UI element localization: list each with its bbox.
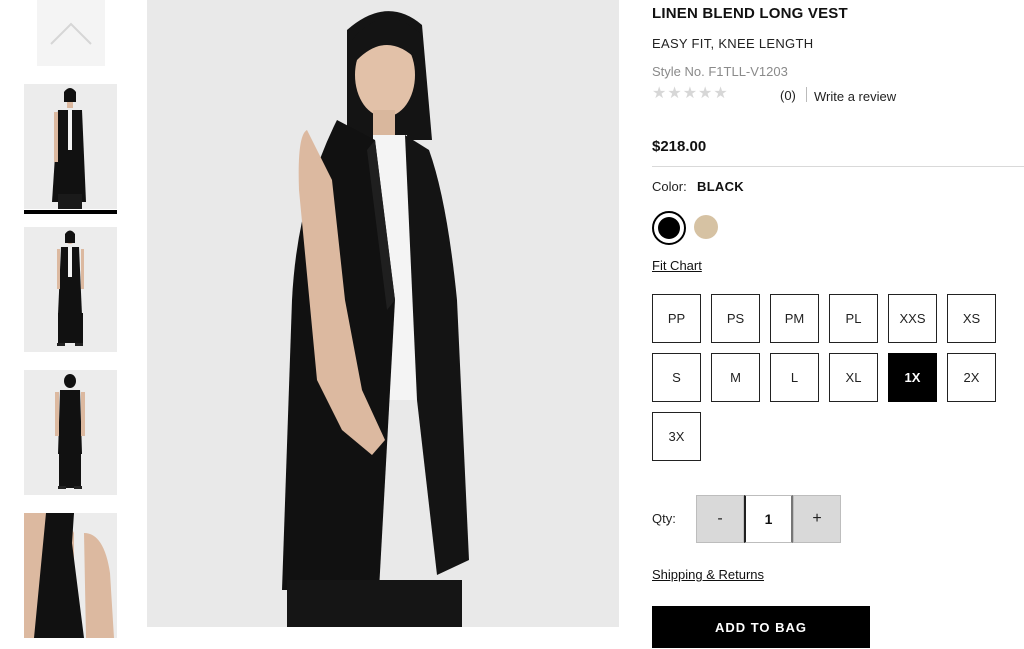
size-option-pp[interactable]: PP (652, 294, 701, 343)
price-divider (652, 166, 1024, 167)
size-option-pm[interactable]: PM (770, 294, 819, 343)
product-title: LINEN BLEND LONG VEST (652, 5, 848, 22)
color-swatch-black[interactable] (652, 211, 686, 245)
fit-chart-link[interactable]: Fit Chart (652, 258, 702, 273)
size-option-s[interactable]: S (652, 353, 701, 402)
quantity-label: Qty: (652, 511, 676, 526)
size-option-ps[interactable]: PS (711, 294, 760, 343)
active-thumbnail-indicator (24, 210, 117, 214)
thumbnail-detail-view[interactable] (24, 513, 117, 638)
thumbnail-front-view[interactable] (24, 84, 117, 209)
size-option-l[interactable]: L (770, 353, 819, 402)
color-swatch-tan[interactable] (694, 215, 718, 239)
add-to-bag-button[interactable]: ADD TO BAG (652, 606, 870, 648)
product-price: $218.00 (652, 138, 707, 155)
thumbnail-image (24, 227, 117, 352)
swatch-fill (658, 217, 680, 239)
thumbnail-image (24, 84, 117, 209)
product-photo (147, 0, 619, 627)
selected-color-name: BLACK (697, 179, 744, 194)
rating-stars: ★★★★★ (652, 85, 729, 102)
thumbnail-image (24, 370, 117, 495)
review-separator (806, 87, 807, 102)
size-option-pl[interactable]: PL (829, 294, 878, 343)
size-option-m[interactable]: M (711, 353, 760, 402)
thumbnail-full-outfit[interactable] (24, 227, 117, 352)
size-option-1x[interactable]: 1X (888, 353, 937, 402)
quantity-decrement-button[interactable]: - (696, 495, 744, 543)
thumbnail-image (24, 513, 117, 638)
chevron-up-icon (50, 22, 92, 45)
shipping-returns-link[interactable]: Shipping & Returns (652, 567, 764, 582)
main-product-image[interactable] (147, 0, 619, 627)
thumbnail-scroll-up-button[interactable] (37, 0, 105, 66)
write-review-link[interactable]: Write a review (814, 89, 896, 104)
review-count: (0) (780, 88, 796, 103)
style-number: Style No. F1TLL-V1203 (652, 64, 788, 79)
product-subtitle: EASY FIT, KNEE LENGTH (652, 36, 814, 51)
quantity-input[interactable] (744, 495, 793, 543)
size-option-xs[interactable]: XS (947, 294, 996, 343)
quantity-increment-button[interactable]: + (793, 495, 841, 543)
size-option-2x[interactable]: 2X (947, 353, 996, 402)
color-label: Color: (652, 179, 687, 194)
size-option-3x[interactable]: 3X (652, 412, 701, 461)
product-page: LINEN BLEND LONG VEST EASY FIT, KNEE LEN… (0, 0, 1024, 649)
size-option-xl[interactable]: XL (829, 353, 878, 402)
thumbnail-back-view[interactable] (24, 370, 117, 495)
size-option-xxs[interactable]: XXS (888, 294, 937, 343)
